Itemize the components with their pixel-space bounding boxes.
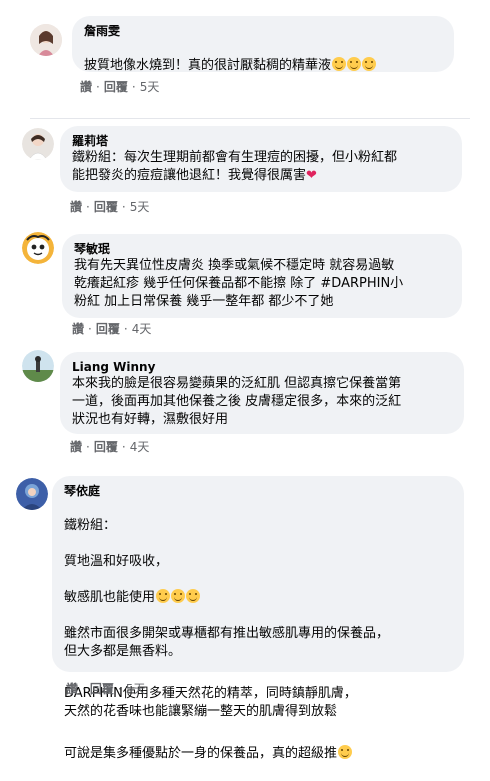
comment-text: 鐵粉組： 質地溫和好吸收， 敏感肌也能使用 雖然市面很多開架或專櫃都有推出敏感肌… (64, 499, 452, 781)
dot-separator: · (88, 321, 92, 336)
commenter-name[interactable]: 琴依庭 (64, 483, 452, 499)
like-button[interactable]: 讚 (72, 320, 84, 337)
comment-line: 鐵粉組： (64, 518, 117, 533)
dot-separator: · (121, 199, 126, 214)
reply-button[interactable]: 回覆 (94, 438, 118, 455)
smile-emoji-icon (338, 745, 353, 759)
comment-line: 敏感肌也能使用 (64, 589, 452, 607)
comment-actions: 讚 · 回覆 · 5天 (70, 198, 149, 215)
timestamp[interactable]: 5天 (140, 78, 160, 95)
dot-separator: · (86, 439, 90, 454)
avatar[interactable] (16, 478, 48, 510)
timestamp[interactable]: 5天 (130, 198, 150, 215)
comment-line: 質地溫和好吸收， (64, 554, 169, 569)
comment-bubble: 詹雨雯 披質地像水燒到！真的很討厭黏稠的精華液 (72, 16, 454, 75)
commenter-name[interactable]: Liang Winny (72, 359, 452, 375)
timestamp[interactable]: 4天 (132, 320, 152, 337)
comment-text-content: 可說是集多種優點於一身的保養品，真的超級推 (64, 746, 338, 761)
divider (30, 118, 470, 119)
comment-paragraph: 可說是集多種優點於一身的保養品，真的超級推 (64, 745, 452, 763)
dot-separator: · (86, 199, 90, 214)
like-button[interactable]: 讚 (80, 78, 92, 95)
dot-separator: · (121, 439, 126, 454)
comment-bubble: 琴依庭 鐵粉組： 質地溫和好吸收， 敏感肌也能使用 雖然市面很多開架或專櫃都有推… (52, 476, 464, 761)
comment-bubble: 羅莉塔 鐵粉組：每次生理期前都會有生理痘的困擾，但小粉紅都 能把發炎的痘痘讓他退… (60, 126, 462, 192)
timestamp[interactable]: 4天 (130, 438, 150, 455)
comment-text: 披質地像水燒到！真的很討厭黏稠的精華液 (84, 39, 442, 75)
like-button[interactable]: 讚 (70, 198, 82, 215)
commenter-name[interactable]: 詹雨雯 (84, 23, 442, 39)
reply-button[interactable]: 回覆 (94, 198, 118, 215)
comment-line: 雖然市面很多開架或專櫃都有推出敏感肌專用的保養品， 但大多都是無香料。 (64, 626, 390, 659)
commenter-name[interactable]: 羅莉塔 (72, 133, 450, 149)
comment-actions: 讚 · 回覆 · 4天 (70, 438, 149, 455)
red-heart-icon: ❤ (306, 168, 317, 183)
comment-actions: 讚 · 回覆 · 4天 (72, 320, 151, 337)
dot-separator: · (123, 321, 128, 336)
avatar[interactable] (22, 350, 54, 382)
dot-separator: · (131, 79, 136, 94)
avatar[interactable] (22, 232, 54, 264)
comment-text: 本來我的臉是很容易變蘋果的泛紅肌 但認真擦它保養當第 一道，後面再加其他保養之後… (72, 376, 402, 427)
laugh-emoji-icon (362, 57, 377, 71)
comment-bubble: Liang Winny 本來我的臉是很容易變蘋果的泛紅肌 但認真擦它保養當第 一… (60, 352, 464, 434)
reply-button[interactable]: 回覆 (104, 78, 128, 95)
dot-separator: · (82, 681, 86, 696)
avatar[interactable] (30, 24, 62, 56)
dot-separator: · (117, 681, 122, 696)
reply-button[interactable]: 回覆 (90, 680, 114, 697)
like-button[interactable]: 讚 (70, 438, 82, 455)
comment-text-content: 鐵粉組：每次生理期前都會有生理痘的困擾，但小粉紅都 能把發炎的痘痘讓他退紅！我覺… (72, 150, 398, 183)
comment-bubble: 琴敏珉 我有先天異位性皮膚炎 換季或氣候不穩定時 就容易過敏 乾癢起紅疹 幾乎任… (62, 234, 462, 318)
comment-text-content: 披質地像水燒到！真的很討厭黏稠的精華液 (84, 58, 332, 73)
timestamp[interactable]: 5天 (126, 680, 146, 697)
reply-button[interactable]: 回覆 (96, 320, 120, 337)
avatar[interactable] (22, 128, 54, 160)
comment-actions: 讚 · 回覆 · 5天 (80, 78, 159, 95)
like-button[interactable]: 讚 (66, 680, 78, 697)
laugh-emoji-icon (347, 57, 362, 71)
smile-emoji-icon (156, 589, 171, 603)
smile-emoji-icon (171, 589, 186, 603)
comment-actions: 讚 · 回覆 · 5天 (66, 680, 145, 697)
laugh-emoji-icon (332, 57, 347, 71)
comment-text: 鐵粉組：每次生理期前都會有生理痘的困擾，但小粉紅都 能把發炎的痘痘讓他退紅！我覺… (72, 149, 450, 185)
comment-text-content: 敏感肌也能使用 (64, 590, 156, 605)
dot-separator: · (96, 79, 100, 94)
commenter-name[interactable]: 琴敏珉 (74, 241, 450, 257)
comment-text: 我有先天異位性皮膚炎 換季或氣候不穩定時 就容易過敏 乾癢起紅疹 幾乎任何保養品… (74, 258, 404, 309)
smile-emoji-icon (186, 589, 201, 603)
